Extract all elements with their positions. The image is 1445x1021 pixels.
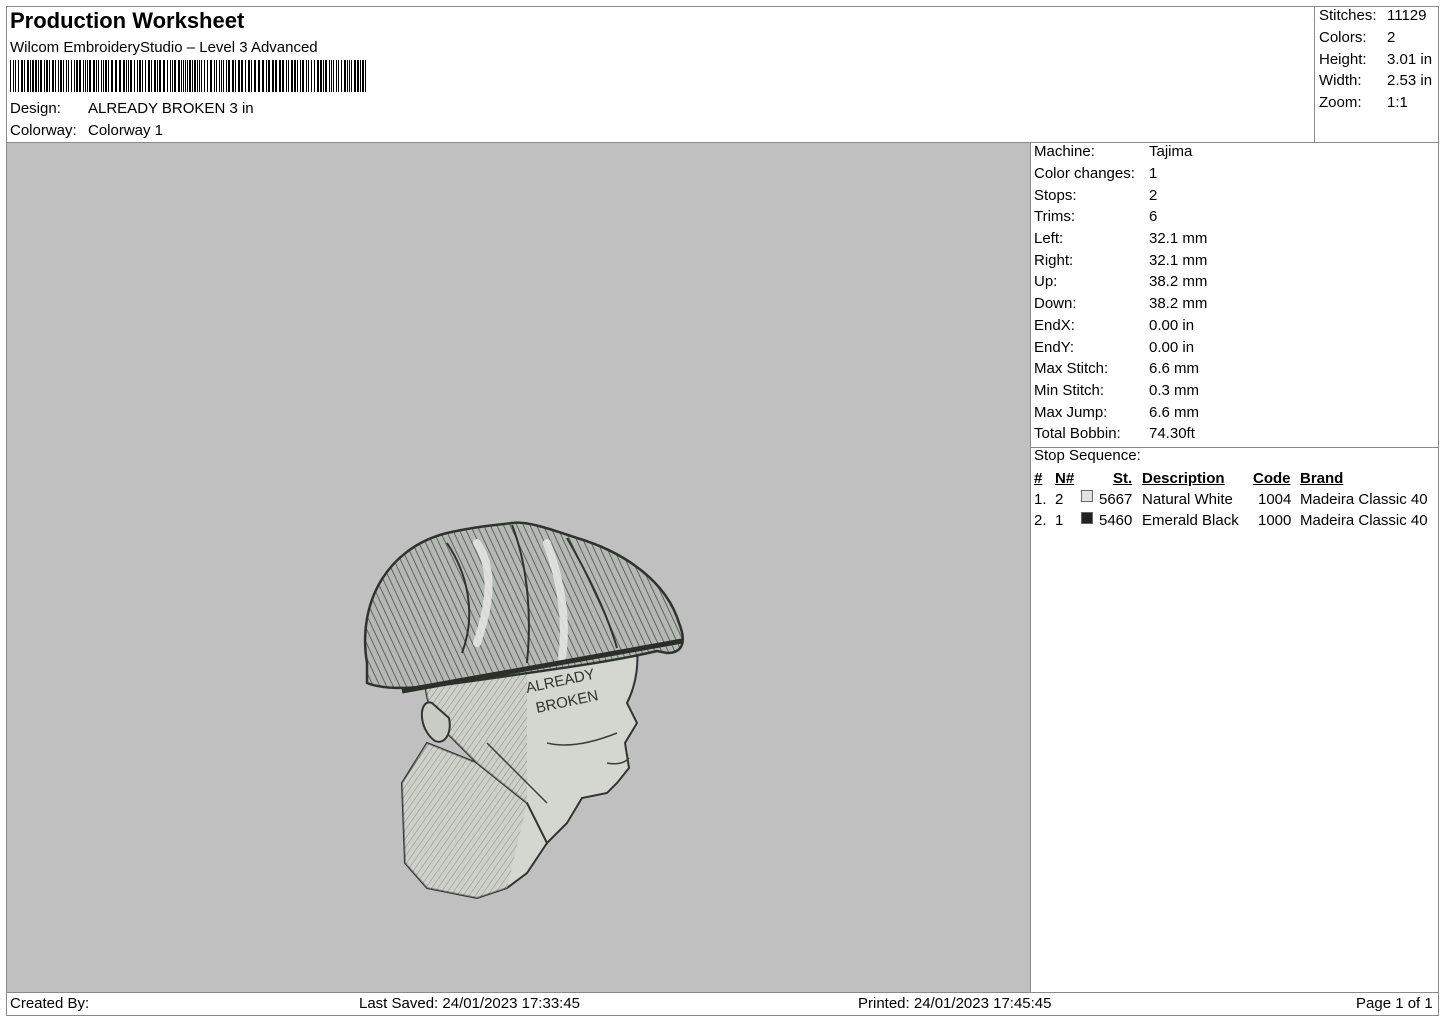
summary-label: Width: (1319, 72, 1362, 89)
column-header-brand: Brand (1300, 470, 1344, 487)
info-label: Machine: (1034, 143, 1095, 160)
color-swatch (1081, 512, 1093, 524)
embroidery-design: ALREADY BROKEN (363, 521, 684, 900)
footer-printed: Printed: 24/01/2023 17:45:45 (858, 995, 1052, 1012)
row-needle: 2 (1055, 491, 1064, 508)
info-value: 38.2 mm (1149, 295, 1208, 312)
colorway-label: Colorway: (10, 122, 77, 139)
summary-value: 11129 (1387, 7, 1427, 24)
info-label: Min Stitch: (1034, 382, 1105, 399)
info-label: Max Jump: (1034, 404, 1108, 421)
info-value: 6.6 mm (1149, 360, 1200, 377)
row-brand: Madeira Classic 40 (1300, 491, 1428, 508)
info-label: Total Bobbin: (1034, 425, 1121, 442)
footer-created-by: Created By: (10, 995, 90, 1012)
summary-label: Height: (1319, 51, 1367, 68)
design-preview: ALREADY BROKEN (6, 142, 1031, 993)
row-code: 1004 (1258, 491, 1292, 508)
footer-page-number: Page 1 of 1 (1356, 995, 1433, 1012)
design-value: ALREADY BROKEN 3 in (88, 100, 254, 117)
column-header-n: N# (1055, 470, 1075, 487)
colorway-value: Colorway 1 (88, 122, 164, 139)
summary-value: 2 (1387, 29, 1396, 46)
summary-value: 2.53 in (1387, 72, 1433, 89)
page-title: Production Worksheet (10, 8, 245, 33)
stop-sequence-title: Stop Sequence: (1034, 447, 1141, 464)
info-label: EndY: (1034, 339, 1075, 356)
summary-value: 3.01 in (1387, 51, 1433, 68)
info-value: 38.2 mm (1149, 273, 1208, 290)
info-value: 6.6 mm (1149, 404, 1200, 421)
info-label: Up: (1034, 273, 1058, 290)
column-header-description: Description (1142, 470, 1225, 487)
row-stitches: 5460 (1099, 512, 1133, 529)
footer-bar (6, 992, 1439, 1016)
column-header-st: St. (1113, 470, 1133, 487)
row-code: 1000 (1258, 512, 1292, 529)
portrait-figure: ALREADY BROKEN (363, 521, 684, 900)
info-value: Tajima (1149, 143, 1193, 160)
footer-last-saved: Last Saved: 24/01/2023 17:33:45 (359, 995, 581, 1012)
info-value: 32.1 mm (1149, 252, 1208, 269)
info-label: Stops: (1034, 187, 1077, 204)
info-label: EndX: (1034, 317, 1075, 334)
info-value: 0.3 mm (1149, 382, 1200, 399)
info-value: 0.00 in (1149, 317, 1195, 334)
row-needle: 1 (1055, 512, 1064, 529)
info-label: Down: (1034, 295, 1077, 312)
summary-label: Colors: (1319, 29, 1367, 46)
info-value: 1 (1149, 165, 1158, 182)
info-label: Left: (1034, 230, 1064, 247)
info-value: 32.1 mm (1149, 230, 1208, 247)
summary-label: Stitches: (1319, 7, 1377, 24)
row-num: 2. (1034, 512, 1047, 529)
info-label: Right: (1034, 252, 1074, 269)
column-header-num: # (1034, 470, 1043, 487)
design-label: Design: (10, 100, 61, 117)
row-description: Natural White (1142, 491, 1233, 508)
info-label: Color changes: (1034, 165, 1135, 182)
software-name: Wilcom EmbroideryStudio – Level 3 Advanc… (10, 39, 318, 56)
summary-value: 1:1 (1387, 94, 1408, 111)
row-num: 1. (1034, 491, 1047, 508)
info-value: 6 (1149, 208, 1158, 225)
info-value: 74.30ft (1149, 425, 1195, 442)
info-value: 2 (1149, 187, 1158, 204)
info-value: 0.00 in (1149, 339, 1195, 356)
row-description: Emerald Black (1142, 512, 1239, 529)
barcode (10, 60, 366, 92)
color-swatch (1081, 490, 1093, 502)
summary-label: Zoom: (1319, 94, 1362, 111)
info-label: Max Stitch: (1034, 360, 1109, 377)
row-stitches: 5667 (1099, 491, 1133, 508)
column-header-code: Code (1253, 470, 1291, 487)
info-label: Trims: (1034, 208, 1076, 225)
row-brand: Madeira Classic 40 (1300, 512, 1428, 529)
